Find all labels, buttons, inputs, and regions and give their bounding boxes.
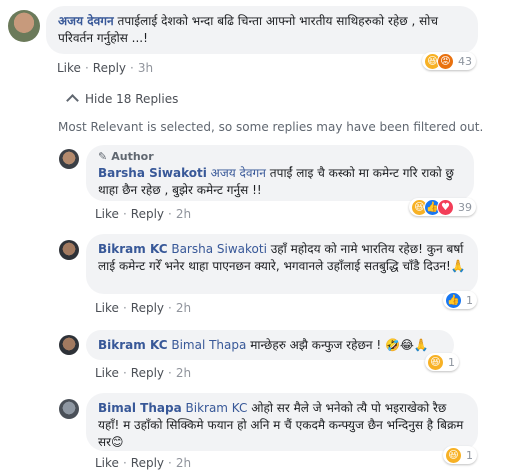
mention-tag[interactable]: Barsha Siwakoti xyxy=(171,242,267,256)
reaction-count: 1 xyxy=(466,293,473,307)
avatar[interactable] xyxy=(59,149,79,169)
avatar[interactable] xyxy=(8,10,40,42)
mention-tag[interactable]: Bimal Thapa xyxy=(171,338,246,352)
reaction-summary[interactable]: 😆 1 xyxy=(443,446,477,464)
avatar[interactable] xyxy=(59,240,79,260)
reaction-summary[interactable]: 😆 👍 ♥ 39 xyxy=(409,198,476,216)
mention-tag[interactable]: Bikram KC xyxy=(186,401,248,415)
reaction-summary[interactable]: 😆 😡 43 xyxy=(422,52,476,70)
reply-actions: Like · Reply · 2h xyxy=(95,301,192,315)
mention-tag[interactable]: अजय देवगन xyxy=(211,166,266,180)
hide-replies-label: Hide 18 Replies xyxy=(85,92,179,106)
comment-bubble: अजय देवगन तपाईलाई देशको भन्दा बढि चिन्ता… xyxy=(46,6,478,54)
reply-author[interactable]: Bimal Thapa xyxy=(98,401,182,415)
love-reaction-icon: ♥ xyxy=(437,198,454,216)
timestamp[interactable]: 2h xyxy=(176,207,191,221)
reaction-summary[interactable]: 😆 1 xyxy=(425,353,459,371)
reply-link[interactable]: Reply xyxy=(131,456,164,470)
reaction-count: 1 xyxy=(448,355,455,369)
author-badge-label: Author xyxy=(111,150,154,163)
reaction-count: 43 xyxy=(458,54,472,68)
timestamp[interactable]: 2h xyxy=(176,301,191,315)
timestamp[interactable]: 2h xyxy=(176,456,191,470)
like-link[interactable]: Like xyxy=(95,366,119,380)
like-reaction-icon: 👍 xyxy=(445,291,462,309)
reply-author[interactable]: Barsha Siwakoti xyxy=(98,166,207,180)
reply-link[interactable]: Reply xyxy=(93,61,126,75)
filter-notice: Most Relevant is selected, so some repli… xyxy=(58,120,484,134)
avatar[interactable] xyxy=(59,399,79,419)
haha-reaction-icon: 😆 xyxy=(427,353,444,371)
reply-bubble: Bikram KC Bimal Thapa मान्छेहरु अझै कन्फ… xyxy=(86,330,454,360)
timestamp[interactable]: 2h xyxy=(176,366,191,380)
reaction-count: 39 xyxy=(458,200,472,214)
like-link[interactable]: Like xyxy=(95,301,119,315)
pencil-icon: ✎ xyxy=(98,150,108,163)
like-link[interactable]: Like xyxy=(57,61,81,75)
haha-reaction-icon: 😆 xyxy=(445,446,462,464)
like-link[interactable]: Like xyxy=(95,207,119,221)
reply-actions: Like · Reply · 2h xyxy=(95,366,192,380)
timestamp[interactable]: 3h xyxy=(138,61,153,75)
comment-author[interactable]: अजय देवगन xyxy=(58,14,114,28)
like-link[interactable]: Like xyxy=(95,456,119,470)
angry-reaction-icon: 😡 xyxy=(437,52,454,70)
reply-bubble: ✎ Author Barsha Siwakoti अजय देवगन तपाईं… xyxy=(86,145,474,201)
reply-link[interactable]: Reply xyxy=(131,301,164,315)
reply-bubble: Bimal Thapa Bikram KC ओहो सर मैले जे भने… xyxy=(86,393,478,451)
comment-text: तपाईलाई देशको भन्दा बढि चिन्ता आफ्नो भार… xyxy=(58,14,438,45)
reply-author[interactable]: Bikram KC xyxy=(98,242,168,256)
reply-bubble: Bikram KC Barsha Siwakoti उहाँ महोदय को … xyxy=(86,234,478,294)
reply-text: मान्छेहरु अझै कन्फुज रहेछन ! 🤣😂🙏 xyxy=(246,338,429,352)
reply-actions: Like · Reply · 2h xyxy=(95,456,192,470)
avatar[interactable] xyxy=(59,335,79,355)
reply-author[interactable]: Bikram KC xyxy=(98,338,168,352)
reply-actions: Like · Reply · 2h xyxy=(95,207,192,221)
chevron-up-icon xyxy=(66,94,79,107)
author-badge: ✎ Author xyxy=(98,148,462,165)
comment-actions: Like · Reply · 3h xyxy=(57,61,154,75)
reply-link[interactable]: Reply xyxy=(131,207,164,221)
reaction-summary[interactable]: 👍 1 xyxy=(443,291,477,309)
reaction-count: 1 xyxy=(466,448,473,462)
hide-replies-toggle[interactable]: Hide 18 Replies xyxy=(66,92,179,107)
reply-link[interactable]: Reply xyxy=(131,366,164,380)
